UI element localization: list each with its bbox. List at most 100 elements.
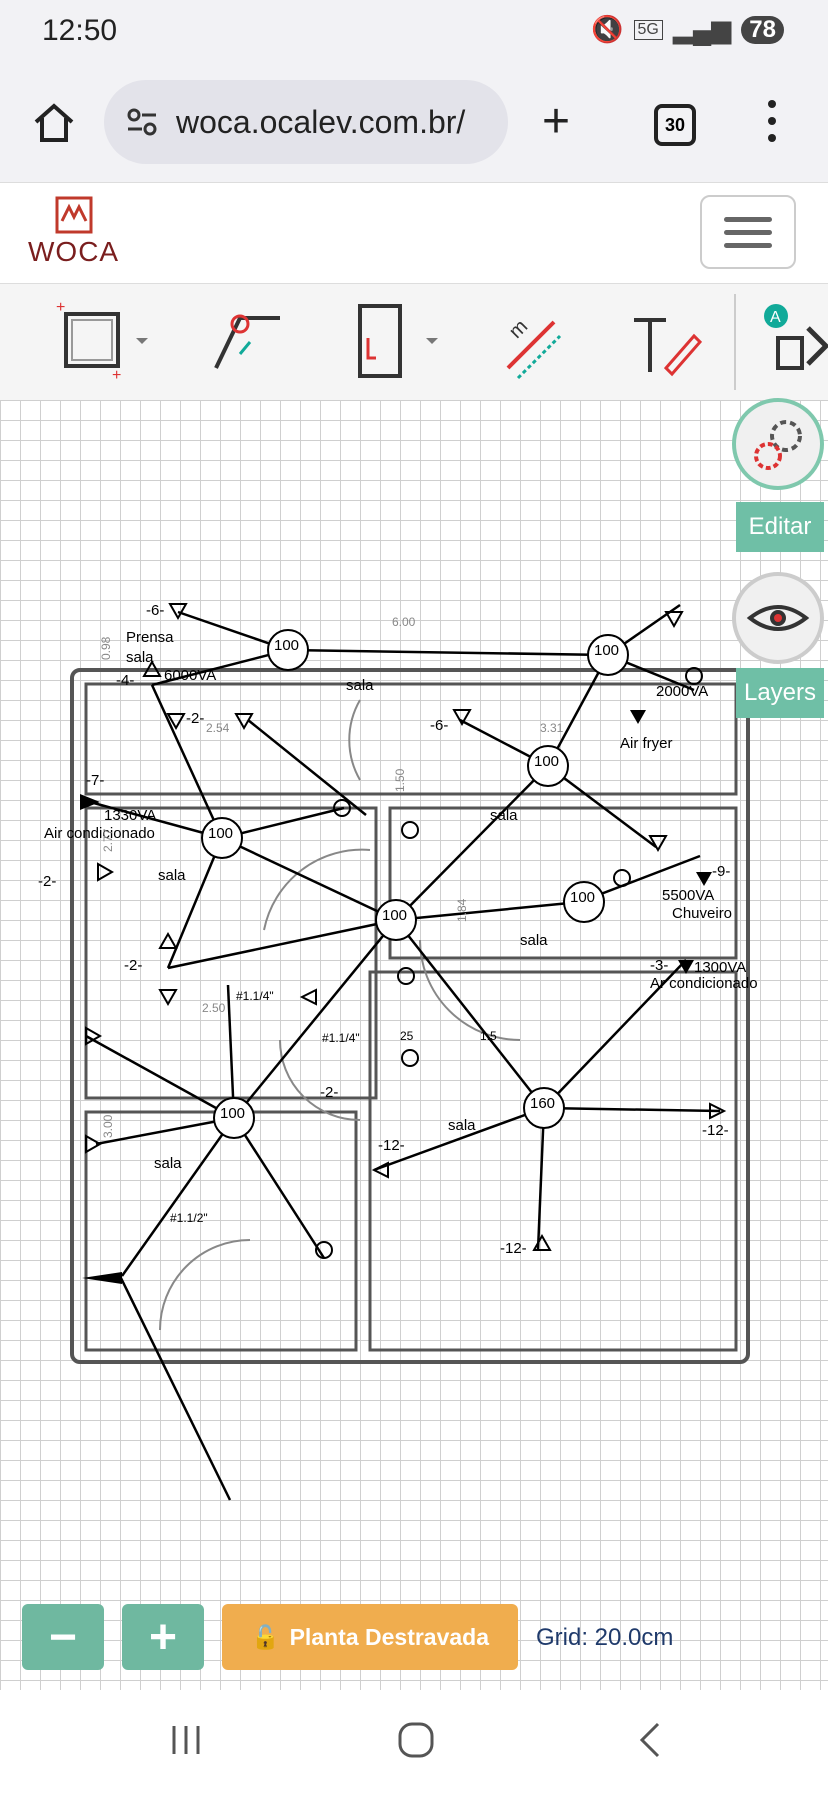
room-label: sala [448, 1117, 476, 1134]
appliance-power: 6000VA [164, 667, 216, 684]
logo-text: WOCA [28, 236, 120, 267]
toolbar-divider [734, 294, 736, 390]
unlock-icon: 🔓 [250, 1623, 280, 1650]
floorplan-drawing[interactable]: 100 100 100100 100100 100160 sala sala s… [0, 400, 828, 1690]
circuit-tag: -6- [146, 602, 164, 619]
point-tool-icon[interactable] [210, 298, 290, 384]
svg-text:160: 160 [530, 1095, 555, 1112]
plan-lock-label: Planta Destravada [289, 1623, 490, 1650]
tab-count-button[interactable]: 30 [654, 104, 696, 146]
room-label: sala [346, 677, 374, 694]
dimension-label: 3.31 [540, 721, 564, 735]
circuit-tag: -2- [186, 710, 204, 727]
edit-button[interactable]: Editar [736, 502, 824, 552]
circuit-tag: -12- [702, 1122, 729, 1139]
url-text: woca.ocalev.com.br/ [176, 103, 466, 140]
circuit-tag: -7- [86, 772, 104, 789]
app-header: WOCA [0, 183, 828, 284]
circuit-tag: -9- [712, 863, 730, 880]
appliance-power: 2000VA [656, 683, 708, 700]
layers-button[interactable]: Layers [736, 668, 824, 718]
circuit-tag: -6- [430, 717, 448, 734]
measure-tool-icon[interactable]: m [504, 298, 564, 384]
site-settings-icon[interactable] [122, 102, 162, 142]
zoom-in-button[interactable]: + [122, 1604, 204, 1670]
system-nav-bar [0, 1690, 828, 1794]
circuit-tag: -3- [650, 957, 668, 974]
recent-apps-icon[interactable] [166, 1720, 206, 1760]
svg-text:100: 100 [382, 907, 407, 924]
svg-text:100: 100 [220, 1105, 245, 1122]
svg-text:100: 100 [570, 889, 595, 906]
plan-lock-button[interactable]: 🔓 Planta Destravada [222, 1604, 518, 1670]
appliance-name: Ar condicionado [650, 975, 758, 992]
status-time: 12:50 [42, 14, 118, 47]
appliance-power: 1330VA [104, 807, 156, 824]
appliance-name: Air condicionado [44, 825, 155, 842]
gear-icon [754, 420, 802, 470]
settings-button[interactable] [732, 398, 824, 490]
wall-tool-icon[interactable]: ++ [52, 298, 152, 384]
mute-icon: 🔇 [591, 14, 624, 44]
svg-text:m: m [505, 316, 532, 343]
dimension-label: 2.54 [206, 721, 230, 735]
eye-icon [746, 605, 810, 631]
network-icon: 5G [633, 19, 663, 40]
woca-logo: WOCA [28, 195, 124, 268]
dimension-label: 1.84 [455, 898, 469, 922]
appliance-power: 5500VA [662, 887, 714, 904]
dimension-label: 6.00 [392, 615, 416, 629]
circuit-tag: -4- [116, 672, 134, 689]
layers-toggle-button[interactable] [732, 572, 824, 664]
circuit-tag: -2- [124, 957, 142, 974]
appliance-power: 1300VA [694, 959, 746, 976]
drawing-toolbar: + + m A [0, 284, 828, 401]
battery-badge: 78 [741, 15, 784, 44]
svg-text:100: 100 [594, 642, 619, 659]
svg-text:+: + [112, 367, 121, 384]
svg-text:A: A [770, 309, 781, 326]
status-bar: 12:50 🔇 5G ▂▄▆ 78 [0, 0, 828, 66]
room-label: sala [126, 649, 154, 666]
grid-size-label: Grid: 20.0cm [536, 1624, 674, 1651]
circuit-tag: -2- [38, 873, 56, 890]
conduit-size: #1.1/4" [322, 1031, 360, 1045]
url-bar[interactable]: woca.ocalev.com.br/ [104, 80, 508, 164]
appliance-name: Prensa [126, 629, 174, 646]
text-tool-icon[interactable] [630, 298, 704, 384]
floorplan-canvas[interactable]: 100 100 100 100 100 100 100 160 sala sal… [0, 400, 828, 1690]
conduit-size: 25 [400, 1029, 414, 1043]
home-nav-icon[interactable] [396, 1720, 436, 1760]
back-icon[interactable] [630, 1720, 670, 1760]
home-icon[interactable] [30, 98, 78, 146]
signal-icon: ▂▄▆ [672, 14, 732, 44]
status-icons: 🔇 5G ▂▄▆ 78 [591, 14, 784, 45]
svg-text:100: 100 [274, 637, 299, 654]
dimension-label: 3.00 [101, 1114, 115, 1138]
dimension-label: 2.77 [101, 828, 115, 852]
conduit-size: #1.1/4" [236, 989, 274, 1003]
logo-icon [55, 196, 93, 234]
svg-text:+: + [56, 299, 65, 316]
dimension-label: 0.98 [99, 636, 113, 660]
browser-bar: woca.ocalev.com.br/ + 30 [0, 66, 828, 183]
dimension-label: 1.50 [393, 768, 407, 792]
room-label: sala [154, 1155, 182, 1172]
zoom-out-button[interactable]: − [22, 1604, 104, 1670]
hamburger-menu-button[interactable] [700, 195, 796, 269]
circuit-tag: -12- [500, 1240, 527, 1257]
svg-text:100: 100 [208, 825, 233, 842]
room-label: sala [490, 807, 518, 824]
browser-menu-icon[interactable] [768, 100, 780, 151]
appliance-name: Air fryer [620, 735, 673, 752]
door-tool-icon[interactable] [350, 298, 450, 384]
room-label: sala [520, 932, 548, 949]
conduit-size: #1.1/2" [170, 1211, 208, 1225]
dimension-label: 2.50 [202, 1001, 226, 1015]
circuit-tag: -2- [320, 1084, 338, 1101]
room-label: sala [158, 867, 186, 884]
circuit-tag: -12- [378, 1137, 405, 1154]
new-tab-button[interactable]: + [542, 94, 570, 150]
conduit-size: 1.5 [480, 1029, 497, 1043]
electrical-tool-icon[interactable]: A [758, 298, 828, 384]
